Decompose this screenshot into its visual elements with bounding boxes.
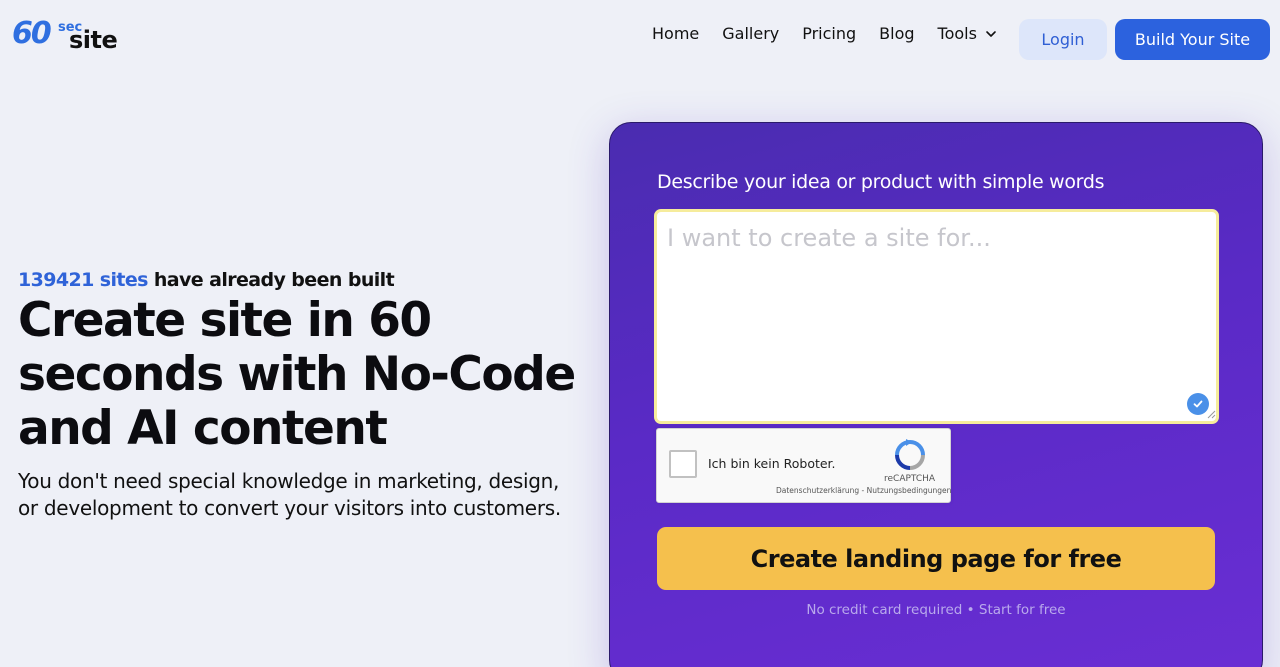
chevron-down-icon — [986, 30, 996, 37]
nav-gallery[interactable]: Gallery — [722, 24, 779, 43]
idea-input[interactable] — [654, 209, 1219, 424]
recaptcha-widget: Ich bin kein Roboter. reCAPTCHA Datensch… — [656, 428, 951, 503]
build-your-site-button[interactable]: Build Your Site — [1115, 19, 1270, 60]
sites-counter-text: have already been built — [153, 269, 395, 291]
idea-label: Describe your idea or product with simpl… — [657, 171, 1105, 193]
nav-home[interactable]: Home — [652, 24, 699, 43]
hero-title: Create site in 60 seconds with No-Code a… — [18, 293, 576, 456]
sites-counter-number: 139421 sites — [18, 269, 148, 291]
nav-blog[interactable]: Blog — [879, 24, 914, 43]
nav-pricing[interactable]: Pricing — [802, 24, 856, 43]
main-nav: Home Gallery Pricing Blog Tools — [652, 24, 1020, 43]
check-icon — [1187, 393, 1209, 415]
site-generator-card: Describe your idea or product with simpl… — [609, 122, 1263, 667]
logo[interactable]: 60 sec site — [12, 16, 124, 56]
resize-handle-icon[interactable] — [1207, 410, 1216, 419]
hero-subtitle: You don't need special knowledge in mark… — [18, 469, 561, 520]
sites-counter: 139421 sites have already been built — [18, 269, 395, 291]
recaptcha-checkbox[interactable] — [669, 450, 697, 478]
nav-tools-label: Tools — [937, 24, 977, 43]
logo-site: site — [69, 26, 118, 54]
create-landing-page-button[interactable]: Create landing page for free — [657, 527, 1215, 590]
recaptcha-brand: reCAPTCHA — [884, 474, 936, 484]
logo-number: 60 — [12, 16, 52, 51]
login-button[interactable]: Login — [1019, 19, 1107, 60]
no-credit-card-note: No credit card required • Start for free — [806, 602, 1066, 618]
nav-tools-dropdown[interactable]: Tools — [938, 24, 997, 43]
recaptcha-label: Ich bin kein Roboter. — [708, 456, 836, 471]
recaptcha-logo-icon — [895, 439, 925, 470]
recaptcha-links[interactable]: Datenschutzerklärung - Nutzungsbedingung… — [776, 486, 951, 495]
